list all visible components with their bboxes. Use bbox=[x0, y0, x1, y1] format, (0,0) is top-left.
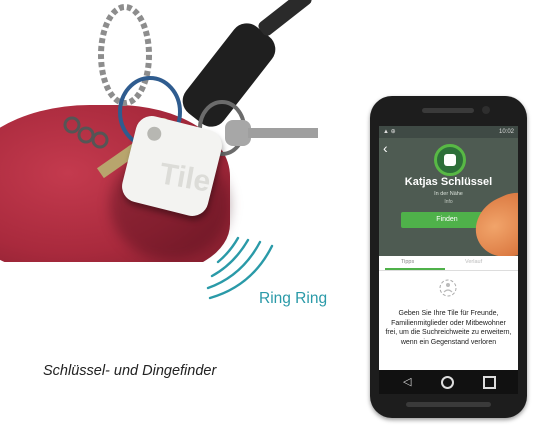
tab-tips[interactable]: Tipps bbox=[401, 259, 414, 265]
keys-photo: Tile bbox=[0, 0, 330, 262]
item-header: ‹ Katjas Schlüssel In der Nähe Info Find… bbox=[379, 138, 518, 268]
status-time: 10:02 bbox=[498, 129, 514, 135]
android-nav-bar: ◁ bbox=[379, 370, 518, 394]
tab-indicator bbox=[385, 268, 445, 270]
tab-bar: Tipps Verlauf bbox=[379, 256, 518, 271]
phone-speaker bbox=[422, 108, 474, 113]
share-tip-text: Geben Sie Ihre Tile für Freunde, Familie… bbox=[385, 310, 512, 346]
caption-text: Schlüssel- und Dingefinder bbox=[43, 363, 217, 379]
phone-screen: ▲ ⊕ 10:02 ‹ Katjas Schlüssel In der Nähe… bbox=[379, 126, 518, 394]
tab-history[interactable]: Verlauf bbox=[465, 259, 482, 265]
share-people-icon bbox=[439, 279, 457, 297]
phone-grille bbox=[406, 402, 491, 407]
tile-brand-text: Tile bbox=[156, 157, 214, 199]
smartphone: ▲ ⊕ 10:02 ‹ Katjas Schlüssel In der Nähe… bbox=[370, 96, 527, 418]
back-arrow-icon[interactable]: ‹ bbox=[383, 140, 388, 156]
nav-home-icon[interactable] bbox=[441, 376, 454, 389]
nav-back-icon[interactable]: ◁ bbox=[403, 375, 411, 388]
tile-app-icon bbox=[434, 144, 466, 176]
item-title: Katjas Schlüssel bbox=[404, 176, 493, 188]
tile-tracker-hole bbox=[145, 125, 163, 143]
ring-ring-label: Ring Ring bbox=[259, 290, 328, 307]
item-status: In der Nähe bbox=[434, 191, 463, 197]
status-bar: ▲ ⊕ 10:02 bbox=[379, 126, 518, 138]
phone-camera bbox=[482, 106, 490, 114]
nav-recents-icon[interactable] bbox=[483, 376, 496, 389]
status-icons-left: ▲ ⊕ bbox=[383, 129, 396, 135]
